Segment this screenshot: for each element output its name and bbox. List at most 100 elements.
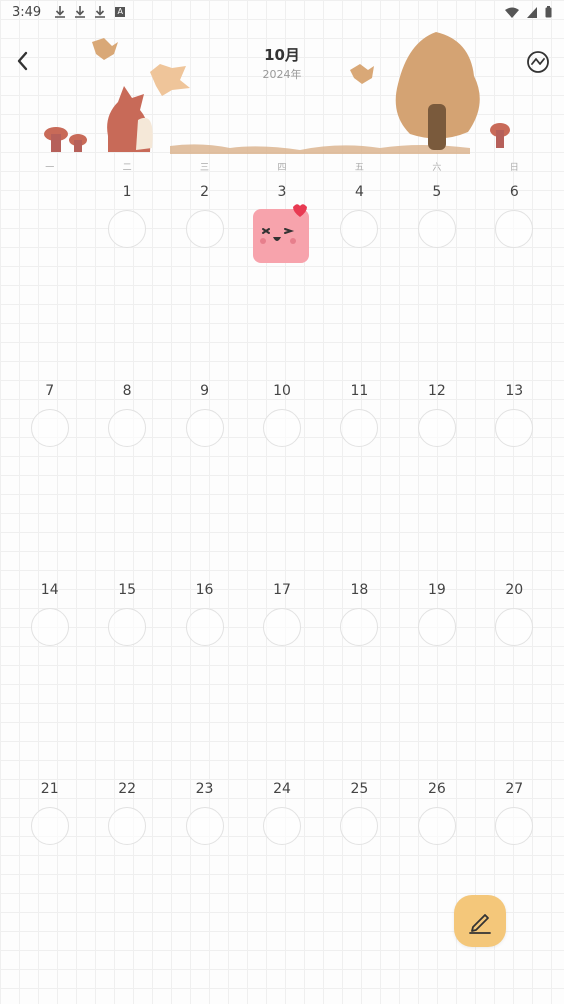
download-icon — [55, 6, 66, 18]
day-number: 7 — [45, 383, 55, 399]
mood-slot[interactable] — [30, 807, 69, 845]
mood-slot[interactable] — [495, 807, 534, 845]
day-cell[interactable]: 18 — [321, 576, 398, 775]
day-cell[interactable]: 2 — [166, 178, 243, 377]
mood-slot[interactable] — [108, 807, 147, 845]
app-a-icon: A — [115, 7, 126, 17]
day-cell[interactable]: 16 — [166, 576, 243, 775]
mood-slot[interactable] — [340, 409, 379, 447]
mood-slot[interactable] — [262, 807, 301, 845]
mood-slot[interactable] — [185, 608, 224, 646]
mood-slot[interactable] — [417, 210, 456, 248]
day-cell[interactable]: 25 — [321, 775, 398, 974]
day-number: 23 — [195, 781, 214, 797]
day-number: 19 — [427, 582, 446, 598]
day-number: 9 — [200, 383, 210, 399]
mood-slot[interactable] — [340, 608, 379, 646]
notification-icons: A — [55, 6, 126, 18]
day-cell[interactable]: 22 — [88, 775, 165, 974]
day-number: 2 — [200, 184, 210, 200]
day-cell[interactable]: 21 — [11, 775, 88, 974]
day-cell[interactable]: 23 — [166, 775, 243, 974]
battery-icon — [545, 6, 552, 18]
day-cell[interactable]: 11 — [321, 377, 398, 576]
week-row: 14 15 16 17 18 19 20 — [11, 576, 553, 775]
weekday-header-row: 一二三四五六日 — [11, 160, 553, 173]
day-cell[interactable]: 5 — [398, 178, 475, 377]
week-row: 1 2 3 4 5 6 — [11, 178, 553, 377]
mood-slot[interactable] — [495, 210, 534, 248]
day-cell[interactable]: 10 — [243, 377, 320, 576]
day-cell[interactable]: 14 — [11, 576, 88, 775]
day-number: 22 — [118, 781, 137, 797]
weekday-label: 二 — [122, 163, 132, 173]
day-number: 26 — [427, 781, 446, 797]
day-cell[interactable]: 7 — [11, 377, 88, 576]
edit-button[interactable] — [454, 895, 506, 947]
happy-face-sticker-icon[interactable] — [249, 203, 315, 265]
system-icons — [505, 6, 552, 18]
day-cell[interactable]: 15 — [88, 576, 165, 775]
day-cell[interactable]: 9 — [166, 377, 243, 576]
week-row: 7 8 9 10 11 12 13 — [11, 377, 553, 576]
day-cell[interactable]: 6 — [476, 178, 553, 377]
mood-slot[interactable] — [262, 409, 301, 447]
weekday-label: 三 — [200, 163, 210, 173]
year-subtitle: 2024年 — [262, 68, 302, 81]
day-number: 5 — [432, 184, 442, 200]
month-title: 10月 — [264, 46, 300, 64]
mood-slot[interactable] — [185, 409, 224, 447]
mood-slot[interactable] — [262, 608, 301, 646]
weekday-label: 一 — [45, 163, 55, 173]
day-number: 24 — [273, 781, 291, 797]
day-number: 8 — [122, 383, 132, 399]
day-cell[interactable]: 1 — [88, 178, 165, 377]
mood-slot[interactable] — [340, 807, 379, 845]
mood-slot[interactable] — [417, 807, 456, 845]
day-number: 21 — [40, 781, 59, 797]
day-number: 27 — [505, 781, 524, 797]
download-icon — [95, 6, 106, 18]
day-cell[interactable]: 3 — [243, 178, 320, 377]
day-number: 13 — [505, 383, 524, 399]
day-number: 15 — [118, 582, 137, 598]
day-number: 4 — [354, 184, 364, 200]
mood-slot[interactable] — [30, 409, 69, 447]
mood-slot[interactable] — [108, 409, 147, 447]
day-number: 6 — [509, 184, 519, 200]
mood-slot[interactable] — [495, 409, 534, 447]
day-cell[interactable]: 4 — [321, 178, 398, 377]
mood-slot[interactable] — [417, 608, 456, 646]
mood-slot[interactable] — [185, 210, 224, 248]
trend-chart-icon[interactable] — [526, 50, 550, 74]
day-cell[interactable]: 8 — [88, 377, 165, 576]
weekday-label: 六 — [432, 163, 442, 173]
weekday-label: 四 — [277, 163, 287, 173]
mood-slot[interactable] — [30, 608, 69, 646]
day-cell[interactable]: 20 — [476, 576, 553, 775]
day-number: 16 — [195, 582, 214, 598]
status-bar: 3:49 A — [0, 0, 564, 24]
day-cell[interactable]: 17 — [243, 576, 320, 775]
day-cell[interactable]: 19 — [398, 576, 475, 775]
day-number: 3 — [277, 184, 287, 200]
day-number: 18 — [350, 582, 369, 598]
day-number: 12 — [427, 383, 446, 399]
day-number: 14 — [40, 582, 59, 598]
download-icon — [75, 6, 86, 18]
empty-day-cell — [11, 178, 88, 377]
mood-slot[interactable] — [185, 807, 224, 845]
mood-slot[interactable] — [108, 210, 147, 248]
mood-slot[interactable] — [108, 608, 147, 646]
wifi-icon — [505, 7, 519, 18]
day-cell[interactable]: 13 — [476, 377, 553, 576]
mood-slot[interactable] — [340, 210, 379, 248]
pencil-icon — [469, 914, 491, 934]
day-cell[interactable]: 24 — [243, 775, 320, 974]
day-number: 10 — [273, 383, 291, 399]
mood-slot[interactable] — [495, 608, 534, 646]
calendar-grid: 123 4 5 6 7 8 9 10 11 12 13 14 15 16 17 18 19 20 21 22 23 24… — [11, 178, 553, 974]
day-number: 20 — [505, 582, 524, 598]
day-cell[interactable]: 12 — [398, 377, 475, 576]
mood-slot[interactable] — [417, 409, 456, 447]
